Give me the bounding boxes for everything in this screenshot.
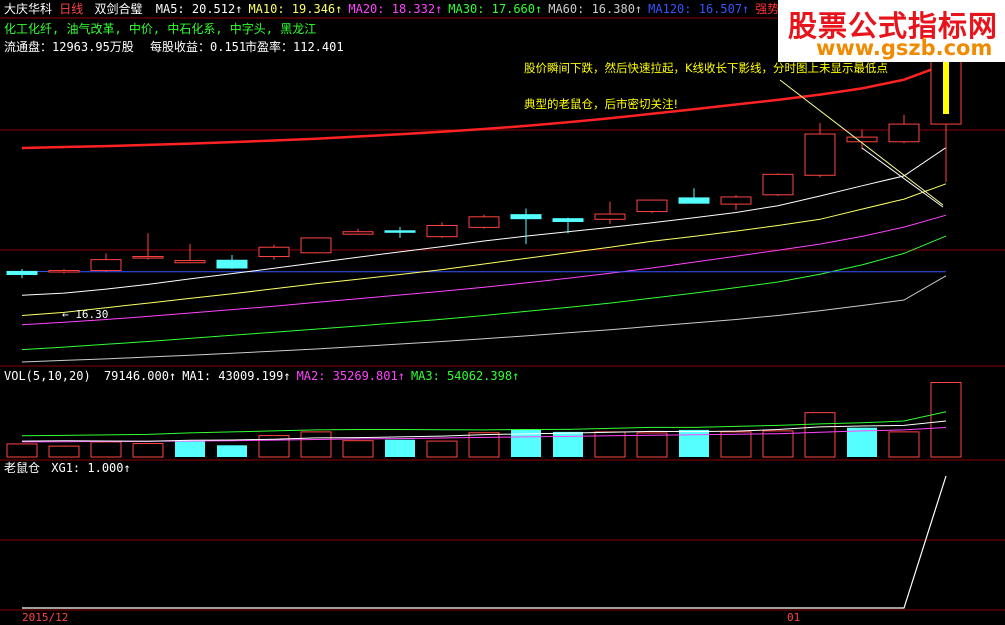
ma-legend-item-5: MA120: 16.507↑ bbox=[648, 2, 749, 16]
volume-bar-down bbox=[679, 430, 709, 457]
candle-body-up bbox=[595, 214, 625, 219]
volume-bar-up bbox=[469, 433, 499, 457]
volume-bar-down bbox=[847, 428, 877, 457]
volume-legend-item-1: MA1: 43009.199↑ bbox=[182, 369, 290, 383]
formula-name[interactable]: 双剑合璧 bbox=[95, 2, 143, 16]
ma-legend: MA5: 20.512↑ MA10: 19.346↑ MA20: 18.332↑ MA… bbox=[150, 2, 875, 16]
xg1-line bbox=[22, 476, 946, 608]
header-bar: 大庆华科 日线 双剑合璧 MA5: 20.512↑MA10: 19.346↑MA… bbox=[4, 2, 874, 16]
candle-body-down bbox=[7, 271, 37, 274]
candle-body-up bbox=[133, 257, 163, 259]
candle-body-down bbox=[217, 260, 247, 268]
candle-body-up bbox=[91, 260, 121, 271]
candle-body-down bbox=[679, 198, 709, 203]
candle-body-up bbox=[637, 200, 667, 211]
low-price-marker: ← 16.30 bbox=[62, 308, 108, 322]
candle-body-up bbox=[721, 197, 751, 204]
annotation-line2: 典型的老鼠仓，后市密切关注! bbox=[524, 97, 678, 111]
candle-body-up bbox=[259, 247, 289, 256]
volume-bar-up bbox=[637, 433, 667, 457]
volume-bar-up bbox=[91, 442, 121, 457]
ma-legend-item-0: MA5: 20.512↑ bbox=[156, 2, 243, 16]
period-label[interactable]: 日线 bbox=[59, 2, 83, 16]
concept-tags: 化工化纤, 油气改革, 中价, 中石化系, 中字头, 黑龙江 bbox=[4, 22, 316, 36]
candle-body-down bbox=[553, 219, 583, 222]
volume-legend-item-3: MA3: 54062.398↑ bbox=[411, 369, 519, 383]
volume-bar-down bbox=[385, 440, 415, 457]
volume-bar-up bbox=[721, 432, 751, 457]
volume-legend: 79146.000↑ MA1: 43009.199↑ MA2: 35269.801↑… bbox=[98, 369, 519, 383]
ma20-line bbox=[22, 215, 946, 325]
volume-header: VOL(5,10,20) 79146.000↑ MA1: 43009.199↑ MA… bbox=[4, 369, 519, 383]
ma-legend-item-1: MA10: 19.346↑ bbox=[248, 2, 342, 16]
volume-bar-down bbox=[175, 441, 205, 457]
volume-title: VOL(5,10,20) bbox=[4, 369, 91, 383]
watermark-url: www.gszb.com bbox=[816, 36, 992, 60]
candle-body-up bbox=[469, 217, 499, 228]
eps-value: 每股收益：0.151 bbox=[150, 40, 246, 54]
watermark-logo[interactable]: 股票公式指标网 www.gszb.com bbox=[778, 0, 1005, 62]
volume-ma3-line bbox=[22, 412, 946, 436]
date-axis-right: 01 bbox=[787, 611, 800, 625]
chart-canvas[interactable] bbox=[0, 0, 1005, 620]
pressure-bar bbox=[943, 62, 949, 114]
volume-bar-up bbox=[343, 441, 373, 457]
volume-bar-up bbox=[7, 444, 37, 457]
volume-bar-up bbox=[133, 444, 163, 457]
candle-body-up bbox=[763, 174, 793, 194]
volume-legend-item-2: MA2: 35269.801↑ bbox=[297, 369, 405, 383]
volume-bar-up bbox=[301, 432, 331, 457]
indicator-value: XG1: 1.000↑ bbox=[51, 461, 130, 475]
indicator-header: 老鼠仓 XG1: 1.000↑ bbox=[4, 461, 131, 475]
date-axis-left: 2015/12 bbox=[22, 611, 68, 625]
candle-body-up bbox=[301, 238, 331, 253]
candle-body-down bbox=[511, 215, 541, 219]
candle-body-up bbox=[49, 270, 79, 272]
volume-bar-up bbox=[931, 383, 961, 457]
float-shares: 流通盘：12963.95万股 bbox=[4, 40, 134, 54]
volume-legend-item-0: 79146.000↑ bbox=[104, 369, 176, 383]
candle-body-up bbox=[847, 137, 877, 142]
candle-body-up bbox=[343, 232, 373, 234]
pe-value: 市盈率：112.401 bbox=[245, 40, 344, 54]
annotation-line1: 股价瞬间下跌，然后快速拉起，K线收长下影线，分时图上未显示最低点 bbox=[524, 61, 888, 75]
candle-body-up bbox=[427, 226, 457, 237]
volume-bar-up bbox=[49, 446, 79, 457]
annotation-pointer bbox=[862, 148, 943, 207]
indicator-title: 老鼠仓 bbox=[4, 461, 40, 475]
volume-bar-down bbox=[217, 445, 247, 457]
volume-bar-down bbox=[553, 432, 583, 457]
candle-body-up bbox=[175, 261, 205, 263]
volume-bar-up bbox=[427, 441, 457, 457]
candle-body-up bbox=[805, 134, 835, 175]
volume-bar-up bbox=[763, 431, 793, 457]
stock-name[interactable]: 大庆华科 bbox=[4, 2, 52, 16]
volume-bar-up bbox=[805, 413, 835, 457]
ma60-line bbox=[22, 276, 946, 362]
ma30-line bbox=[22, 236, 946, 350]
candle-body-up bbox=[889, 124, 919, 142]
ma-legend-item-2: MA20: 18.332↑ bbox=[348, 2, 442, 16]
candle-body-down bbox=[385, 231, 415, 233]
volume-bar-up bbox=[889, 432, 919, 457]
ma-legend-item-4: MA60: 16.380↑ bbox=[548, 2, 642, 16]
ma-legend-item-3: MA30: 17.660↑ bbox=[448, 2, 542, 16]
